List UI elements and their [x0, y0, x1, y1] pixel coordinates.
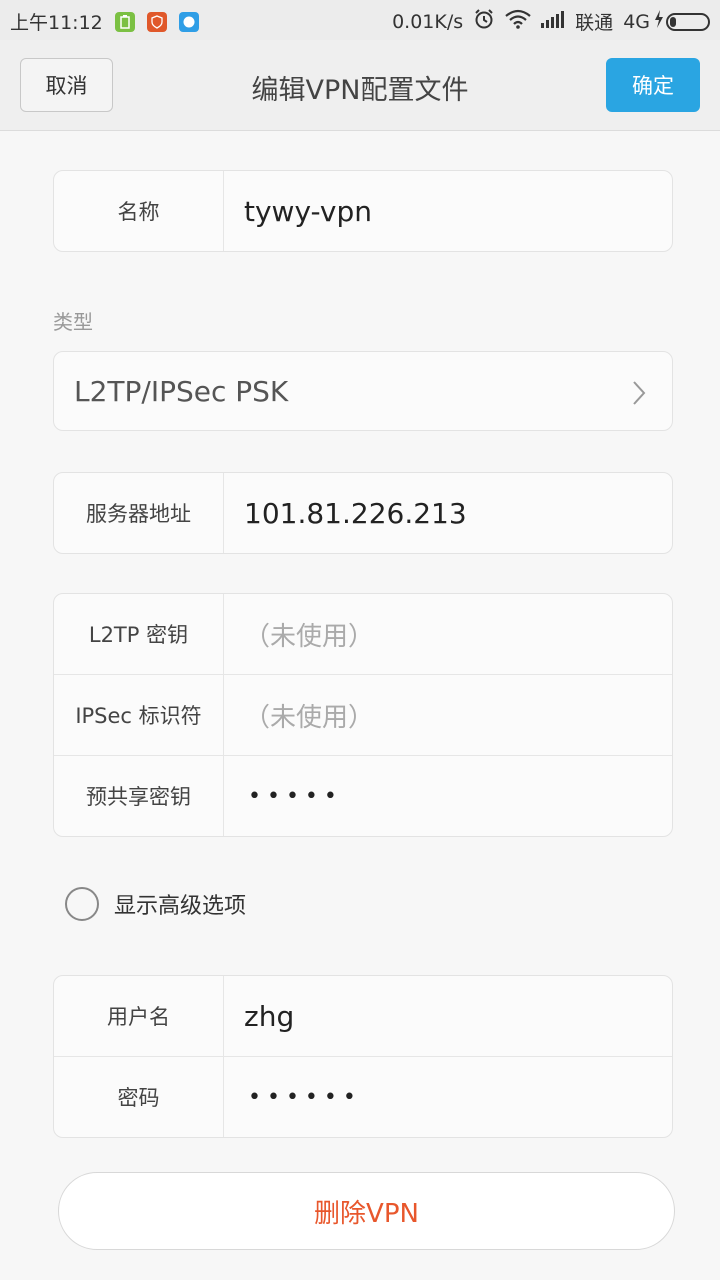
- l2tp-key-label: L2TP 密钥: [54, 594, 224, 674]
- server-label: 服务器地址: [54, 473, 224, 553]
- advanced-label: 显示高级选项: [114, 894, 247, 919]
- l2tp-key-row: L2TP 密钥 （未使用）: [54, 594, 672, 675]
- ipsec-id-row: IPSec 标识符 （未使用）: [54, 675, 672, 756]
- name-input[interactable]: tywy-vpn: [224, 171, 672, 251]
- psk-row: 预共享密钥 •••••: [54, 756, 672, 836]
- password-label: 密码: [54, 1057, 224, 1137]
- password-row: 密码 ••••••: [54, 1057, 672, 1137]
- signal-icon: [541, 10, 565, 33]
- charging-icon: [654, 10, 664, 33]
- shield-app-icon: [146, 11, 167, 32]
- credentials-card: 用户名 zhg 密码 ••••••: [53, 975, 673, 1138]
- username-label: 用户名: [54, 976, 224, 1056]
- l2tp-key-input[interactable]: （未使用）: [224, 594, 672, 674]
- username-input[interactable]: zhg: [224, 976, 672, 1056]
- title-bar: 取消 编辑VPN配置文件 确定: [0, 40, 720, 131]
- wifi-icon: [505, 9, 531, 34]
- delete-vpn-button[interactable]: 删除VPN: [58, 1172, 675, 1250]
- battery-app-icon: [114, 11, 135, 32]
- ipsec-id-label: IPSec 标识符: [54, 675, 224, 755]
- alarm-icon: [473, 8, 495, 35]
- network-type: 4G: [623, 10, 650, 33]
- browser-app-icon: [178, 11, 199, 32]
- confirm-button[interactable]: 确定: [606, 58, 700, 112]
- server-card: 服务器地址 101.81.226.213: [53, 472, 673, 554]
- type-section-label: 类型: [53, 310, 93, 334]
- carrier-name: 联通: [575, 12, 614, 34]
- advanced-checkbox[interactable]: [65, 887, 99, 921]
- net-speed: 0.01K/s: [392, 10, 464, 33]
- type-value: L2TP/IPSec PSK: [74, 374, 289, 408]
- name-card: 名称 tywy-vpn: [53, 170, 673, 252]
- server-row: 服务器地址 101.81.226.213: [54, 473, 672, 553]
- name-label: 名称: [54, 171, 224, 251]
- security-card: L2TP 密钥 （未使用） IPSec 标识符 （未使用） 预共享密钥 ••••…: [53, 593, 673, 837]
- name-row: 名称 tywy-vpn: [54, 171, 672, 251]
- ipsec-id-input[interactable]: （未使用）: [224, 675, 672, 755]
- password-input[interactable]: ••••••: [224, 1057, 672, 1137]
- clock: 上午11:12: [10, 12, 103, 34]
- show-advanced-toggle[interactable]: 显示高级选项: [65, 887, 246, 921]
- username-row: 用户名 zhg: [54, 976, 672, 1057]
- psk-input[interactable]: •••••: [224, 756, 672, 836]
- chevron-right-icon: [632, 380, 646, 410]
- battery-icon: [666, 12, 710, 31]
- server-address-input[interactable]: 101.81.226.213: [224, 473, 672, 553]
- psk-label: 预共享密钥: [54, 756, 224, 836]
- status-bar: 上午11:12 0.01K/s 联通 4G: [0, 0, 720, 40]
- type-selector[interactable]: L2TP/IPSec PSK: [53, 351, 673, 431]
